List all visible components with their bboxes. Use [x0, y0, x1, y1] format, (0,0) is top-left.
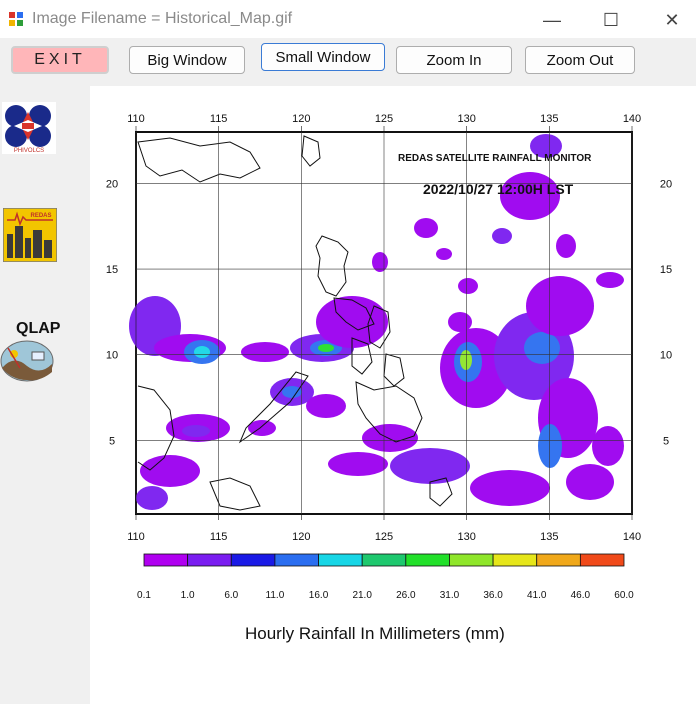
x-tick-label-top: 135 [540, 113, 558, 125]
color-bar-label: 31.0 [440, 590, 460, 601]
color-bar-segment [405, 553, 450, 567]
x-tick-label-top: 140 [623, 113, 641, 125]
y-tick-label-right: 20 [660, 178, 672, 190]
y-tick-label-right: 5 [663, 435, 669, 447]
y-tick-label-left: 5 [109, 435, 115, 447]
color-bar-segment [274, 553, 319, 567]
color-bar-label: 1.0 [181, 590, 195, 601]
qlap-logo[interactable] [0, 340, 54, 382]
x-tick-label-bottom: 125 [375, 531, 393, 543]
exit-button[interactable]: EXIT [11, 46, 109, 74]
color-bar-segment [579, 553, 625, 567]
color-bar-label: 0.1 [137, 590, 151, 601]
color-bar-segment [143, 553, 189, 567]
redas-logo[interactable]: REDAS [3, 208, 57, 262]
x-tick-label-bottom: 110 [127, 531, 145, 543]
color-bar-label: 26.0 [396, 590, 416, 601]
rainfall-map-panel: REDAS SATELLITE RAINFALL MONITOR 2022/10… [90, 86, 696, 704]
x-tick-label-top: 130 [457, 113, 475, 125]
x-tick-label-bottom: 115 [210, 531, 228, 543]
color-bar-label: 36.0 [483, 590, 503, 601]
svg-text:REDAS: REDAS [30, 213, 51, 219]
x-tick-label-top: 120 [292, 113, 310, 125]
y-tick-label-left: 20 [106, 178, 118, 190]
qlap-label: QLAP [16, 320, 61, 337]
y-tick-label-left: 15 [106, 264, 118, 276]
legend-title: Hourly Rainfall In Millimeters (mm) [245, 624, 505, 643]
title-bar: Image Filename = Historical_Map.gif — ☐ … [0, 0, 696, 38]
color-bar-label: 16.0 [309, 590, 329, 601]
color-bar-segment [318, 553, 363, 567]
minimize-button[interactable]: — [538, 8, 566, 32]
big-window-button[interactable]: Big Window [129, 46, 245, 74]
color-bar-label: 46.0 [571, 590, 591, 601]
color-bar-label: 41.0 [527, 590, 547, 601]
x-tick-label-top: 125 [375, 113, 393, 125]
color-bar-label: 6.0 [224, 590, 238, 601]
y-tick-label-left: 10 [106, 350, 118, 362]
color-bar-segment [187, 553, 232, 567]
rainfall-map: REDAS SATELLITE RAINFALL MONITOR 2022/10… [106, 113, 672, 601]
pagasa-phivolcs-logo[interactable]: PHIVOLCS [2, 102, 56, 154]
x-tick-label-bottom: 140 [623, 531, 641, 543]
color-bar-label: 11.0 [266, 590, 285, 601]
svg-text:PHIVOLCS: PHIVOLCS [14, 148, 44, 154]
color-bar-segment [361, 553, 407, 567]
map-timestamp: 2022/10/27 12:00H LST [423, 181, 574, 197]
small-window-button[interactable]: Small Window [261, 43, 385, 71]
color-bar-segment [492, 553, 538, 567]
zoom-in-button[interactable]: Zoom In [396, 46, 512, 74]
zoom-out-button[interactable]: Zoom Out [525, 46, 635, 74]
x-tick-label-bottom: 130 [457, 531, 475, 543]
app-icon [9, 12, 23, 26]
rainfall-color-bar: 0.1 1.0 6.0 11.0 16.0 21.0 26.0 31.0 36.0 41.0 46.… [137, 553, 634, 601]
x-tick-label-bottom: 120 [292, 531, 310, 543]
y-tick-label-right: 10 [660, 350, 672, 362]
close-button[interactable]: ✕ [658, 8, 686, 32]
color-bar-label: 21.0 [352, 590, 372, 601]
color-bar-segment [449, 553, 494, 567]
map-title: REDAS SATELLITE RAINFALL MONITOR [398, 153, 592, 164]
x-tick-label-top: 110 [127, 113, 145, 125]
y-tick-label-right: 15 [660, 264, 672, 276]
x-tick-label-bottom: 135 [540, 531, 558, 543]
x-tick-label-top: 115 [210, 113, 228, 125]
window-title: Image Filename = Historical_Map.gif [32, 10, 293, 27]
maximize-button[interactable]: ☐ [597, 8, 625, 32]
color-bar-label: 60.0 [614, 590, 634, 601]
color-bar-segment [230, 553, 276, 567]
color-bar-segment [536, 553, 581, 567]
